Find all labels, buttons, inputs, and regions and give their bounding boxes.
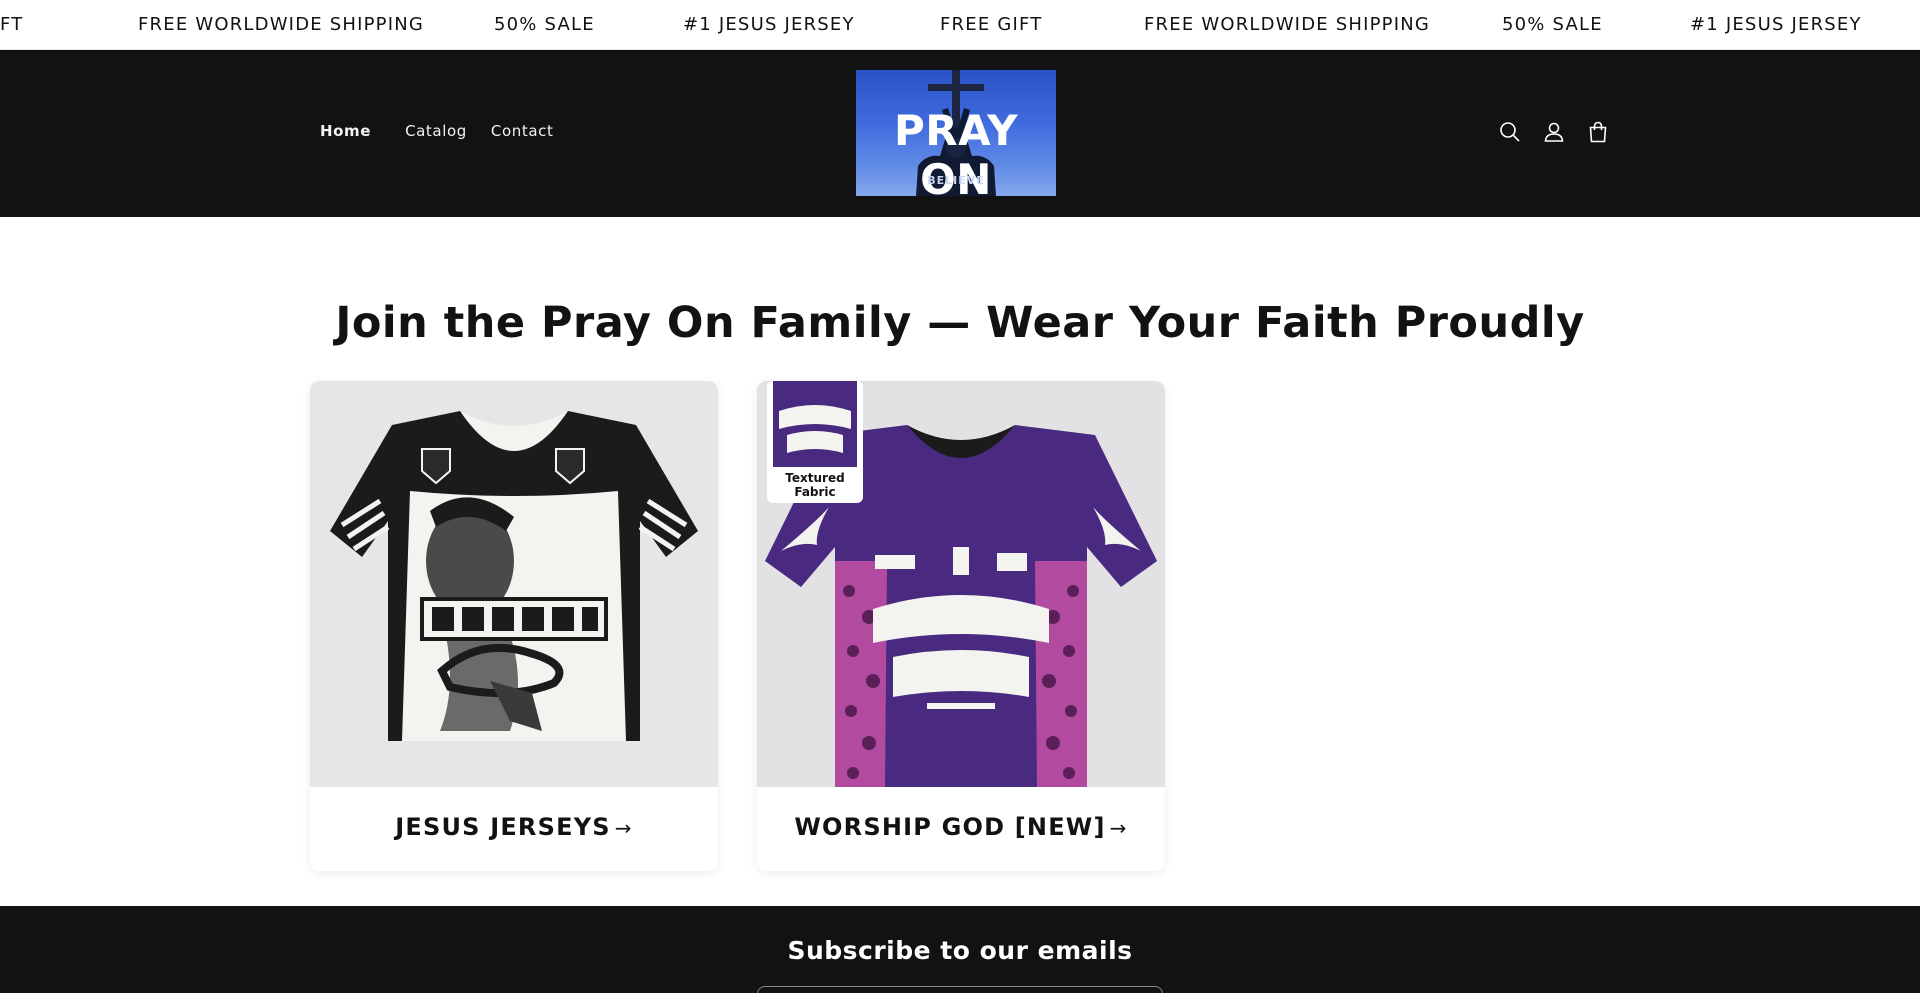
- nav-home-link[interactable]: Home: [320, 122, 371, 140]
- nav-catalog-link[interactable]: Catalog: [405, 122, 467, 140]
- header-icons: [1498, 120, 1610, 144]
- logo-subtext: BELIEVE: [927, 174, 985, 187]
- announcement-bar: FT FREE WORLDWIDE SHIPPING 50% SALE #1 J…: [0, 0, 1920, 50]
- svg-text:Textured: Textured: [785, 471, 844, 485]
- announcement-item: FREE WORLDWIDE SHIPPING: [1144, 14, 1431, 35]
- collection-image: Textured Fabric: [757, 381, 1165, 787]
- collection-image: [310, 381, 718, 787]
- announcement-item: #1 JESUS JERSEY: [683, 14, 855, 35]
- collection-title-text: JESUS JERSEYS: [395, 813, 611, 841]
- announcement-item: FREE GIFT: [940, 14, 1043, 35]
- announcement-track: FT FREE WORLDWIDE SHIPPING 50% SALE #1 J…: [0, 0, 1920, 49]
- subscribe-title: Subscribe to our emails: [787, 936, 1133, 965]
- site-header: Home Catalog Contact PRAY ON BELIEVE: [0, 50, 1920, 217]
- main-nav: Home Catalog Contact: [320, 122, 577, 140]
- email-input[interactable]: [757, 986, 1163, 993]
- announcement-item: 50% SALE: [1502, 14, 1603, 35]
- announcement-item: FT: [0, 14, 24, 35]
- page-headline: Join the Pray On Family — Wear Your Fait…: [335, 298, 1585, 348]
- site-logo[interactable]: PRAY ON BELIEVE: [856, 70, 1056, 196]
- cart-icon[interactable]: [1586, 120, 1610, 144]
- search-icon[interactable]: [1498, 120, 1522, 144]
- svg-text:Fabric: Fabric: [794, 485, 835, 499]
- collection-card-worship-god[interactable]: Textured Fabric WORSHIP GOD [NEW] →: [757, 381, 1165, 871]
- announcement-item: #1 JESUS JERSEY: [1690, 14, 1862, 35]
- collection-card-jesus-jerseys[interactable]: JESUS JERSEYS →: [310, 381, 718, 871]
- arrow-right-icon: →: [1109, 816, 1128, 840]
- newsletter-section: Subscribe to our emails: [0, 906, 1920, 993]
- collection-title[interactable]: JESUS JERSEYS →: [310, 813, 718, 841]
- collection-title-text: WORSHIP GOD [NEW]: [794, 813, 1106, 841]
- arrow-right-icon: →: [614, 816, 633, 840]
- nav-contact-link[interactable]: Contact: [491, 122, 554, 140]
- announcement-item: FREE WORLDWIDE SHIPPING: [138, 14, 425, 35]
- collection-title[interactable]: WORSHIP GOD [NEW] →: [757, 813, 1165, 841]
- announcement-item: 50% SALE: [494, 14, 595, 35]
- account-icon[interactable]: [1542, 120, 1566, 144]
